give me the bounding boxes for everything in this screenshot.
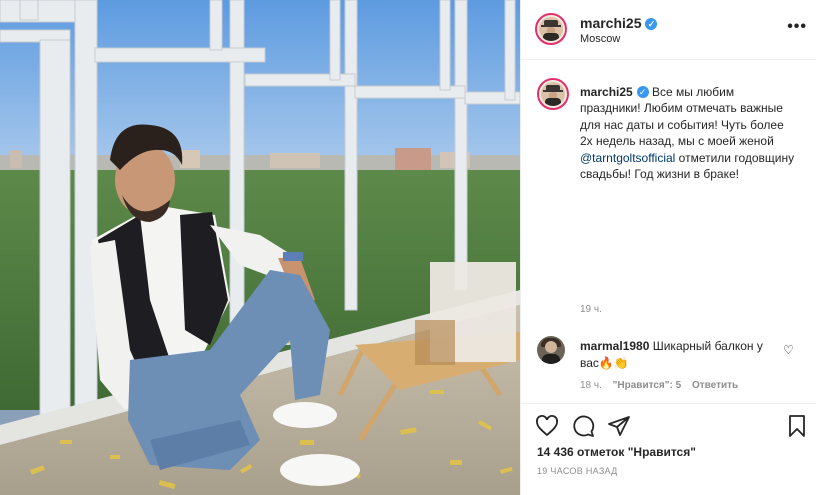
author-avatar[interactable]: [535, 13, 567, 45]
caption-mention-link[interactable]: @tarntgoltsofficial: [580, 151, 675, 165]
caption-author-avatar[interactable]: [537, 78, 569, 110]
more-options-icon[interactable]: •••: [787, 18, 807, 36]
likes-count[interactable]: 14 436 отметок "Нравится": [537, 445, 696, 459]
comment-timestamp: 18 ч.: [580, 380, 602, 391]
commenter-avatar[interactable]: [537, 336, 565, 364]
comment-icon[interactable]: [571, 414, 595, 438]
comment-text: marmal1980 Шикарный балкон у вас🔥👏: [580, 338, 780, 372]
share-icon[interactable]: [607, 414, 631, 438]
heart-icon[interactable]: [535, 414, 559, 438]
post-details-panel: marchi25 ✓ Moscow ••• marchi25 ✓ Все мы лю…: [520, 0, 816, 495]
instagram-post-view: marchi25 ✓ Moscow ••• marchi25 ✓ Все мы лю…: [0, 0, 816, 495]
caption-username[interactable]: marchi25: [580, 85, 633, 99]
comment-meta: 18 ч. "Нравится": 5 Ответить: [580, 380, 746, 391]
verified-icon: ✓: [636, 86, 649, 98]
author-username-row: marchi25 ✓: [580, 15, 658, 31]
author-username[interactable]: marchi25: [580, 15, 641, 31]
post-timestamp: 19 ЧАСОВ НАЗАД: [537, 466, 618, 476]
caption-text: marchi25 ✓ Все мы любим праздники! Любим …: [580, 84, 795, 182]
bookmark-icon[interactable]: [785, 414, 809, 438]
commenter-username[interactable]: marmal1980: [580, 339, 649, 353]
post-location[interactable]: Moscow: [580, 33, 620, 45]
caption-timestamp: 19 ч.: [580, 304, 602, 315]
verified-icon: ✓: [645, 18, 658, 30]
post-photo[interactable]: [0, 0, 520, 495]
post-actions-bar: 14 436 отметок "Нравится" 19 ЧАСОВ НАЗАД: [521, 403, 816, 495]
comment-reply-button[interactable]: Ответить: [692, 380, 738, 391]
post-header: marchi25 ✓ Moscow •••: [521, 0, 816, 60]
comment-likes-count[interactable]: "Нравится": 5: [613, 380, 682, 391]
comment-like-icon[interactable]: ♡: [783, 343, 794, 357]
